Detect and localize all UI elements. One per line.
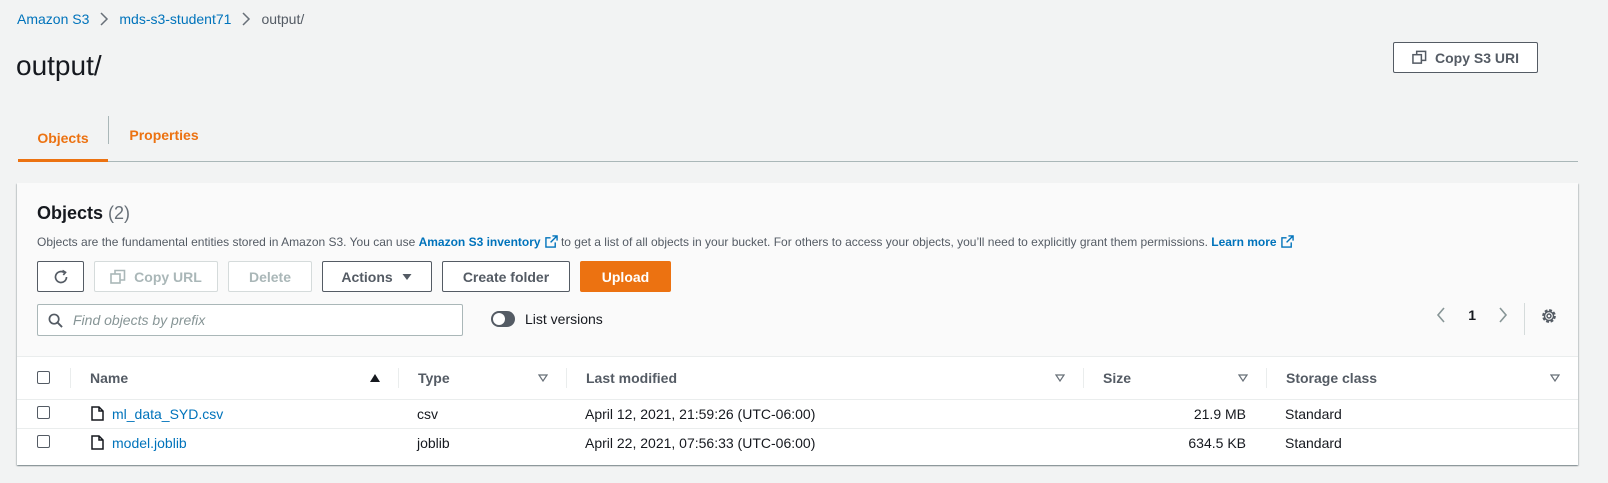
object-type: joblib <box>417 434 450 451</box>
sort-icon <box>1238 374 1248 382</box>
create-folder-label: Create folder <box>462 268 550 285</box>
copy-icon <box>110 269 126 284</box>
file-icon <box>91 435 104 450</box>
file-icon <box>91 406 104 421</box>
objects-heading-label: Objects <box>37 203 104 223</box>
pager-divider <box>1524 303 1525 335</box>
column-size[interactable]: Size <box>1083 357 1266 399</box>
breadcrumb-bucket[interactable]: mds-s3-student71 <box>119 11 231 27</box>
object-size: 634.5 KB <box>1188 434 1246 451</box>
table-row: model.joblib joblib April 22, 2021, 07:5… <box>17 428 1578 457</box>
column-type[interactable]: Type <box>398 357 566 399</box>
objects-panel-header: Objects (2) Objects are the fundamental … <box>17 183 1578 357</box>
page-number[interactable]: 1 <box>1468 307 1476 323</box>
object-last-modified: April 12, 2021, 21:59:26 (UTC-06:00) <box>566 399 1083 429</box>
column-last-modified-label: Last modified <box>586 369 678 386</box>
list-versions-toggle-group: List versions <box>491 311 603 327</box>
previous-page-icon[interactable] <box>1436 307 1446 323</box>
inventory-link[interactable]: Amazon S3 inventory <box>419 235 541 249</box>
column-storage-class[interactable]: Storage class <box>1266 357 1578 399</box>
objects-heading: Objects (2) <box>37 203 130 224</box>
column-size-label: Size <box>1103 369 1132 386</box>
external-link-icon <box>1280 235 1294 248</box>
objects-description: Objects are the fundamental entities sto… <box>37 235 1294 249</box>
delete-label: Delete <box>248 268 292 285</box>
search-input[interactable] <box>73 312 453 328</box>
list-versions-toggle[interactable] <box>491 311 515 327</box>
row-checkbox[interactable] <box>37 405 50 419</box>
sort-icon <box>1550 374 1560 382</box>
sort-ascending-icon <box>370 373 380 382</box>
description-text-1: Objects are the fundamental entities sto… <box>37 235 419 249</box>
actions-label: Actions <box>341 268 393 285</box>
upload-button[interactable]: Upload <box>580 261 671 292</box>
table-header-row: Name Type Last modified Size Storage cla… <box>17 357 1578 399</box>
chevron-right-icon <box>89 12 119 26</box>
object-size: 21.9 MB <box>1083 399 1266 429</box>
delete-button[interactable]: Delete <box>228 261 312 292</box>
tab-bar: Objects Properties <box>18 116 1578 162</box>
table-row: ml_data_SYD.csv csv April 12, 2021, 21:5… <box>17 399 1578 429</box>
copy-url-label: Copy URL <box>134 268 202 285</box>
pagination: 1 <box>1436 307 1508 323</box>
chevron-right-icon <box>231 12 261 26</box>
caret-down-icon <box>402 273 412 280</box>
search-icon <box>48 313 63 328</box>
gear-icon[interactable] <box>1540 307 1558 325</box>
refresh-icon <box>54 269 67 283</box>
copy-s3-uri-button[interactable]: Copy S3 URI <box>1393 42 1538 73</box>
search-field[interactable] <box>37 304 463 336</box>
object-type: csv <box>398 399 566 429</box>
tab-properties[interactable]: Properties <box>109 112 219 158</box>
select-all-header <box>17 357 70 399</box>
refresh-button[interactable] <box>37 261 84 292</box>
object-name-link[interactable]: ml_data_SYD.csv <box>112 406 223 422</box>
tab-objects[interactable]: Objects <box>18 116 108 162</box>
column-storage-class-label: Storage class <box>1286 369 1378 386</box>
page-title: output/ <box>16 50 102 81</box>
column-name[interactable]: Name <box>70 357 398 399</box>
object-name-link[interactable]: model.joblib <box>112 435 187 451</box>
copy-url-button[interactable]: Copy URL <box>94 261 218 292</box>
sort-icon <box>538 374 548 382</box>
column-type-label: Type <box>418 369 450 386</box>
object-storage-class: Standard <box>1266 399 1578 429</box>
next-page-icon[interactable] <box>1498 307 1508 323</box>
objects-toolbar: Copy URL Delete Actions Create folder Up… <box>37 261 671 292</box>
external-link-icon <box>544 235 558 248</box>
select-all-checkbox[interactable] <box>37 371 50 385</box>
breadcrumb-amazon-s3[interactable]: Amazon S3 <box>17 11 89 27</box>
row-checkbox[interactable] <box>37 434 50 448</box>
breadcrumb: Amazon S3 mds-s3-student71 output/ <box>17 9 304 29</box>
learn-more-link[interactable]: Learn more <box>1211 235 1276 249</box>
objects-count: (2) <box>108 203 131 223</box>
column-name-label: Name <box>90 369 129 386</box>
copy-icon <box>1412 50 1427 65</box>
upload-label: Upload <box>601 268 650 285</box>
objects-table: Name Type Last modified Size Storage cla… <box>17 357 1578 457</box>
create-folder-button[interactable]: Create folder <box>442 261 570 292</box>
copy-s3-uri-label: Copy S3 URI <box>1434 49 1519 66</box>
sort-icon <box>1055 374 1065 382</box>
column-last-modified[interactable]: Last modified <box>566 357 1083 399</box>
object-storage-class: Standard <box>1285 434 1342 451</box>
description-text-2: to get a list of all objects in your buc… <box>557 235 1212 249</box>
objects-panel: Objects (2) Objects are the fundamental … <box>17 183 1578 465</box>
list-versions-label: List versions <box>525 311 603 327</box>
actions-dropdown[interactable]: Actions <box>322 261 432 292</box>
object-last-modified: April 22, 2021, 07:56:33 (UTC-06:00) <box>585 434 816 451</box>
breadcrumb-current: output/ <box>261 11 305 27</box>
